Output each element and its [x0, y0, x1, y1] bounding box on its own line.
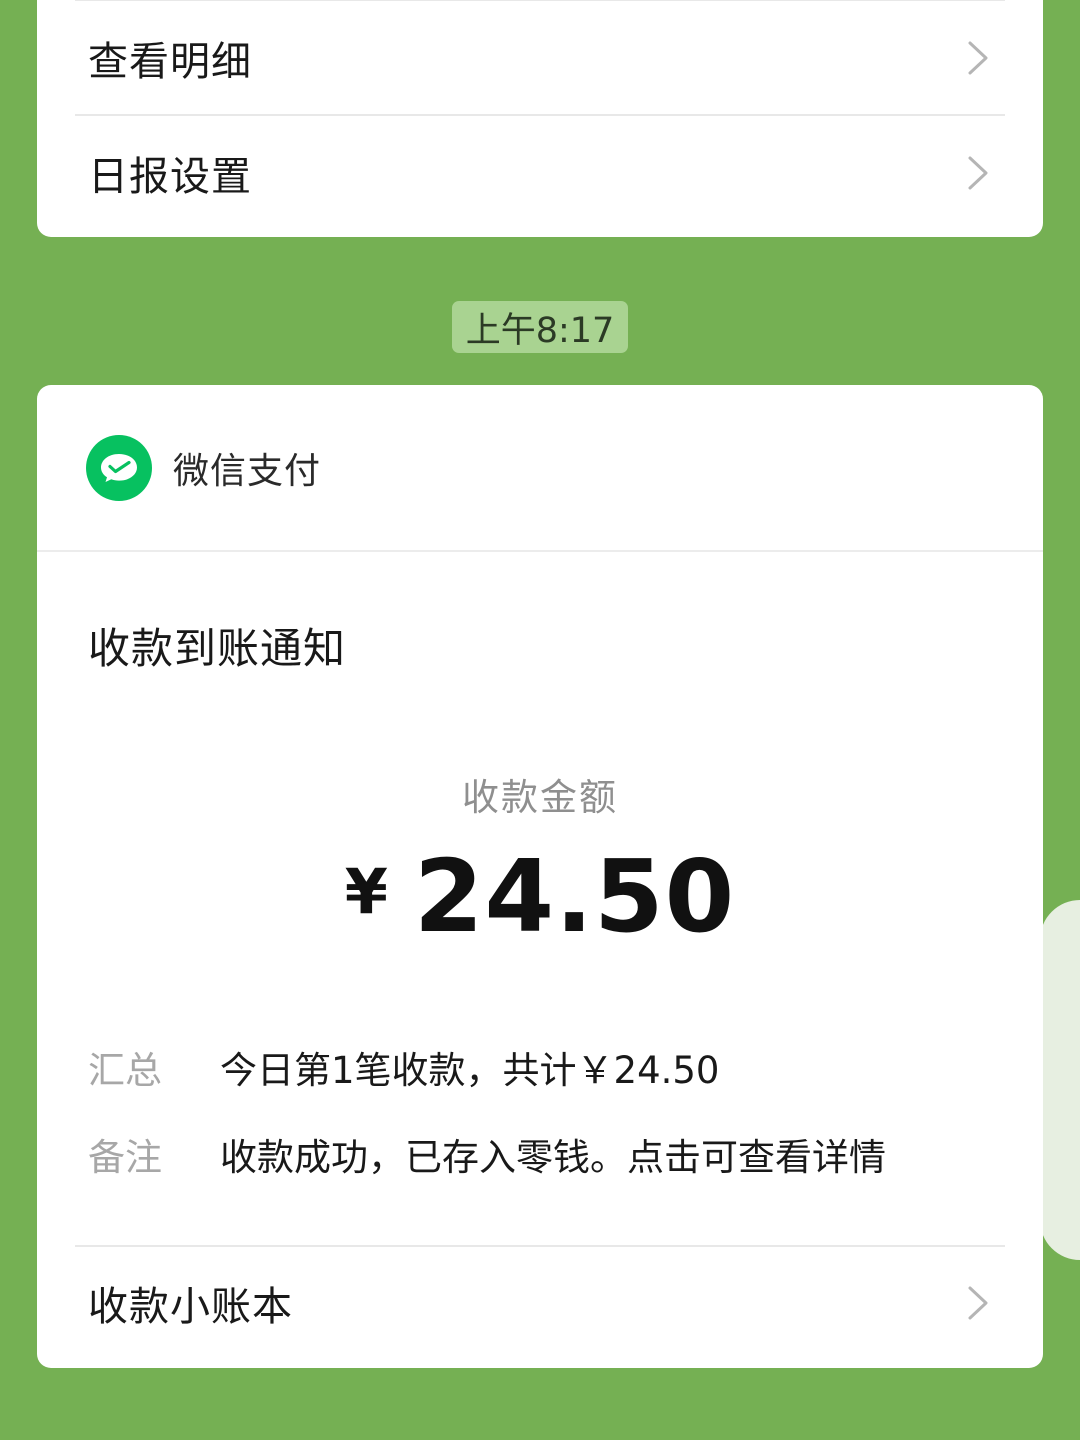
payment-ledger-label: 收款小账本	[88, 1284, 293, 1330]
brand-name: 微信支付	[173, 451, 322, 492]
payment-ledger-row[interactable]: 收款小账本	[75, 1260, 1005, 1346]
view-details-row[interactable]: 查看明细	[75, 16, 1005, 99]
divider	[75, 1245, 1005, 1247]
sticker-decoration	[1040, 900, 1080, 1260]
divider	[37, 550, 1043, 552]
daily-report-settings-row[interactable]: 日报设置	[75, 131, 1005, 214]
message-timestamp: 上午8:17	[452, 301, 628, 353]
amount-value: 24.50	[413, 838, 736, 955]
brand-header: 微信支付	[86, 435, 321, 501]
notification-title: 收款到账通知	[88, 624, 347, 673]
payment-notification-card[interactable]: 微信支付 收款到账通知 收款金额 ¥ 24.50 汇总 今日第1笔收款，共计￥2…	[37, 385, 1043, 1368]
detail-value: 收款成功，已存入零钱。点击可查看详情	[220, 1136, 886, 1179]
detail-row-summary: 汇总 今日第1笔收款，共计￥24.50	[88, 1040, 719, 1094]
chevron-right-icon	[961, 156, 995, 190]
amount-label: 收款金额	[462, 776, 618, 819]
detail-row-remark: 备注 收款成功，已存入零钱。点击可查看详情	[88, 1127, 886, 1181]
chevron-right-icon	[961, 41, 995, 75]
divider	[75, 114, 1005, 116]
detail-key: 汇总	[88, 1049, 162, 1092]
divider	[75, 0, 1005, 1]
menu-card: 查看明细 日报设置	[37, 0, 1043, 237]
chevron-right-icon	[961, 1286, 995, 1320]
amount-display: ¥ 24.50	[37, 847, 1043, 947]
daily-report-settings-label: 日报设置	[88, 153, 252, 200]
detail-value: 今日第1笔收款，共计￥24.50	[220, 1049, 720, 1092]
wechat-pay-icon	[86, 435, 152, 501]
detail-key: 备注	[88, 1136, 162, 1179]
currency-symbol: ¥	[344, 855, 388, 928]
view-details-label: 查看明细	[88, 38, 252, 85]
